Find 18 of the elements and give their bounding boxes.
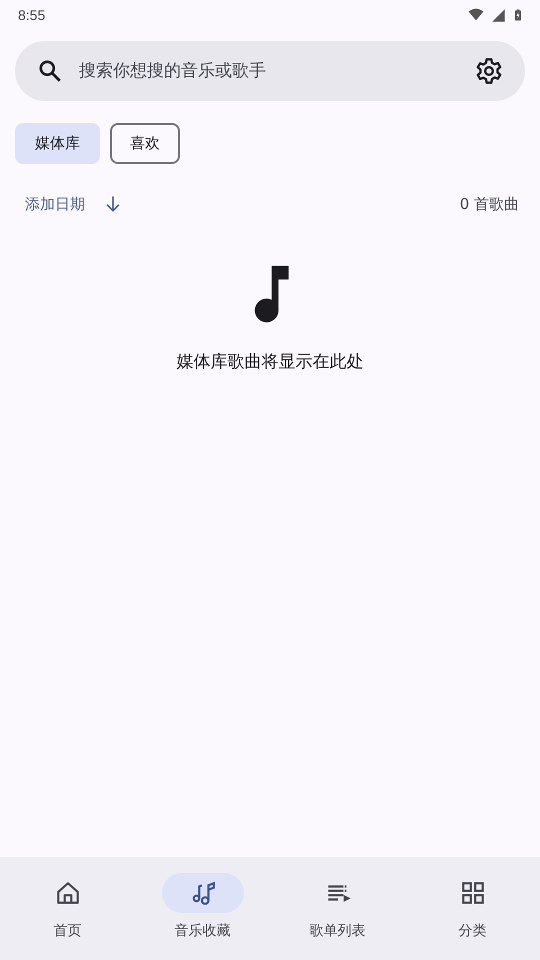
grid-icon (460, 880, 486, 906)
empty-message: 媒体库歌曲将显示在此处 (176, 351, 364, 373)
nav-tab[interactable]: 首页 (0, 873, 135, 960)
nav-tab[interactable]: 音乐收藏 (135, 873, 270, 960)
filter-chip[interactable]: 媒体库 (15, 123, 100, 164)
signal-icon (491, 8, 506, 22)
nav-tab[interactable]: 分类 (405, 873, 540, 960)
music-notes-icon (190, 880, 216, 906)
settings-icon (475, 57, 503, 85)
filter-chip[interactable]: 喜欢 (110, 123, 180, 164)
wifi-icon (467, 7, 485, 23)
song-count: 0 首歌曲 (460, 194, 519, 214)
nav-tab[interactable]: 歌单列表 (270, 873, 405, 960)
search-icon (37, 58, 63, 84)
home-icon (54, 880, 80, 906)
search-field[interactable]: 搜索你想搜的音乐或歌手 (79, 61, 459, 81)
status-time: 8:55 (18, 7, 46, 23)
sort-label[interactable]: 添加日期 (25, 194, 85, 214)
